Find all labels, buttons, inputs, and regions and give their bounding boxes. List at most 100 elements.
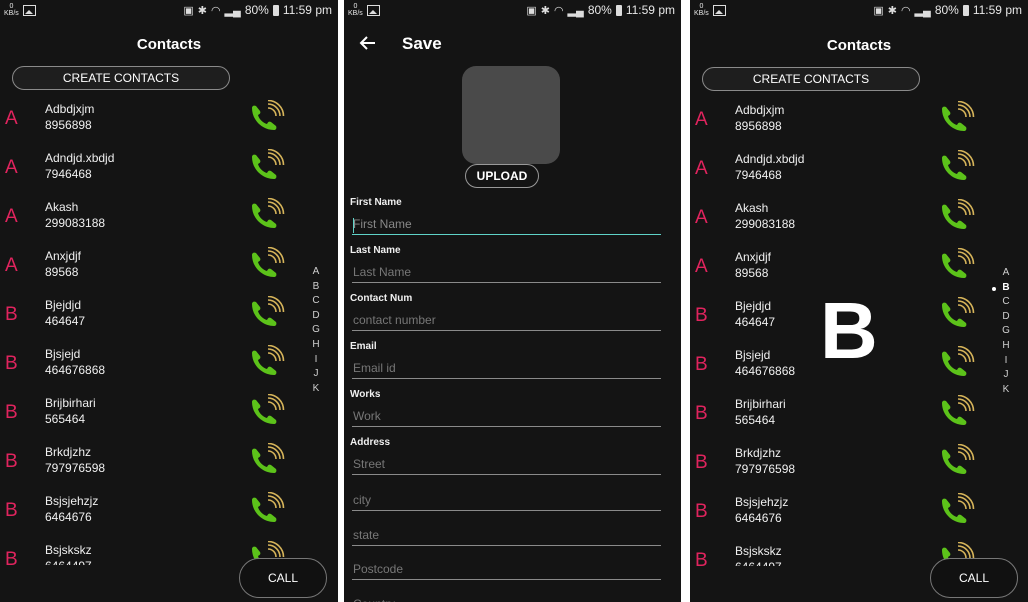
contact-number: 299083188 [45, 216, 106, 230]
index-letter[interactable]: J [310, 367, 322, 382]
section-letter: B [5, 549, 18, 565]
upload-button[interactable]: UPLOAD [465, 164, 539, 188]
page-title: Contacts [136, 36, 202, 53]
index-letter[interactable]: H [310, 338, 322, 353]
contact-row[interactable]: B Brkdjzhz 797976598 [690, 439, 990, 488]
phone-call-icon[interactable] [938, 395, 982, 431]
contact-row[interactable]: B Bsjsjehzjz 6464676 [0, 487, 300, 536]
network-speed-indicator: 0 KB/s [4, 3, 19, 17]
index-letter[interactable]: G [1000, 324, 1012, 339]
contact-number: 565464 [45, 412, 86, 426]
phone-call-icon[interactable] [938, 248, 982, 284]
phone-call-icon[interactable] [248, 394, 292, 430]
section-letter: A [5, 157, 18, 178]
index-letter[interactable]: K [1000, 383, 1012, 398]
clock: 11:59 pm [972, 3, 1022, 17]
save-contact-screen: 0 KB/s ▣ ✱ ◠ ▂▄ 80% 11:59 pm Save UPLOAD … [344, 0, 681, 602]
section-letter: B [695, 452, 708, 473]
field-input[interactable] [352, 214, 661, 235]
contact-row[interactable]: A Anxjdjf 89568 [0, 242, 300, 291]
signal-icon: ▂▄ [224, 4, 241, 17]
contact-row[interactable]: A Adndjd.xbdjd 7946468 [0, 144, 300, 193]
index-letter[interactable]: H [1000, 339, 1012, 354]
index-letter[interactable]: G [310, 323, 322, 338]
index-letter[interactable]: K [310, 382, 322, 397]
status-bar: 0 KB/s ▣ ✱ ◠ ▂▄ 80% 11:59 pm [0, 0, 338, 22]
contact-list[interactable]: A Adbdjxjm 8956898 A Adndjd.xbdjd 7946468 A Aka… [0, 95, 338, 565]
section-letter: A [695, 256, 708, 277]
alphabet-index[interactable]: ABCDGHIJK [1000, 266, 1012, 397]
call-button[interactable]: CALL [239, 558, 327, 598]
phone-call-icon[interactable] [248, 443, 292, 479]
contact-row[interactable]: B Bjejdjd 464647 [0, 291, 300, 340]
field-input[interactable] [352, 454, 661, 475]
contact-row[interactable]: B Brkdjzhz 797976598 [0, 438, 300, 487]
index-letter[interactable]: D [1000, 310, 1012, 325]
address-field-input[interactable] [352, 524, 661, 546]
phone-call-icon[interactable] [938, 444, 982, 480]
contact-row[interactable]: A Adbdjxjm 8956898 [690, 96, 990, 145]
contact-number: 89568 [45, 265, 79, 279]
gallery-icon [712, 4, 726, 16]
index-letter[interactable]: A [1000, 266, 1012, 281]
contact-number: 6464676 [45, 510, 92, 524]
section-letter: A [695, 207, 708, 228]
alphabet-index[interactable]: ABCDGHIJK [310, 265, 322, 396]
create-contacts-button[interactable]: CREATE CONTACTS [702, 67, 920, 91]
contact-row[interactable]: A Adndjd.xbdjd 7946468 [690, 145, 990, 194]
field-input[interactable] [352, 406, 661, 427]
contact-row[interactable]: A Akash 299083188 [690, 194, 990, 243]
bluetooth-icon: ✱ [887, 4, 897, 17]
phone-call-icon[interactable] [938, 199, 982, 235]
signal-icon: ▂▄ [567, 4, 584, 17]
back-arrow-icon[interactable] [358, 33, 378, 53]
contact-number: 8956898 [45, 118, 92, 132]
section-letter: A [5, 108, 18, 129]
index-letter[interactable]: I [1000, 354, 1012, 369]
contacts-screen-1: 0 KB/s ▣ ✱ ◠ ▂▄ 80% 11:59 pm Contacts CRE… [0, 0, 338, 602]
phone-call-icon[interactable] [248, 247, 292, 283]
field-input[interactable] [352, 358, 661, 379]
index-letter[interactable]: C [1000, 295, 1012, 310]
phone-call-icon[interactable] [938, 150, 982, 186]
index-letter[interactable]: B [1000, 281, 1012, 296]
address-field-input[interactable] [352, 490, 661, 511]
phone-call-icon[interactable] [938, 493, 982, 529]
address-field-input[interactable] [352, 559, 661, 580]
contact-row[interactable]: B Bjsjejd 464676868 [0, 340, 300, 389]
phone-call-icon[interactable] [248, 345, 292, 381]
field-label: Email [350, 341, 377, 352]
field-input[interactable] [352, 262, 661, 283]
contact-row[interactable]: A Akash 299083188 [0, 193, 300, 242]
contact-number: 464676868 [45, 363, 106, 377]
index-letter[interactable]: D [310, 309, 322, 324]
contact-name: Bsjskskz [735, 544, 782, 558]
contact-row[interactable]: B Brijbirhari 565464 [0, 389, 300, 438]
page-title: Contacts [826, 37, 892, 54]
phone-call-icon[interactable] [248, 198, 292, 234]
contact-row[interactable]: A Adbdjxjm 8956898 [0, 95, 300, 144]
phone-call-icon[interactable] [248, 492, 292, 528]
phone-call-icon[interactable] [938, 297, 982, 333]
section-letter: B [5, 451, 18, 472]
status-bar: 0 KB/s ▣ ✱ ◠ ▂▄ 80% 11:59 pm [690, 0, 1028, 22]
create-contacts-button[interactable]: CREATE CONTACTS [12, 66, 230, 90]
contact-number: 7946468 [735, 168, 782, 182]
index-letter[interactable]: A [310, 265, 322, 280]
phone-call-icon[interactable] [248, 149, 292, 185]
contact-row[interactable]: B Brijbirhari 565464 [690, 390, 990, 439]
phone-call-icon[interactable] [248, 296, 292, 332]
contact-name: Anxjdjf [45, 249, 82, 263]
phone-call-icon[interactable] [248, 100, 292, 136]
index-letter[interactable]: J [1000, 368, 1012, 383]
field-input[interactable] [352, 310, 661, 331]
call-button[interactable]: CALL [930, 558, 1018, 598]
index-letter[interactable]: I [310, 353, 322, 368]
bluetooth-icon: ✱ [197, 4, 207, 17]
phone-call-icon[interactable] [938, 346, 982, 382]
index-letter[interactable]: B [310, 280, 322, 295]
address-field-input[interactable] [352, 593, 661, 602]
contact-row[interactable]: B Bsjsjehzjz 6464676 [690, 488, 990, 537]
index-letter[interactable]: C [310, 294, 322, 309]
phone-call-icon[interactable] [938, 101, 982, 137]
